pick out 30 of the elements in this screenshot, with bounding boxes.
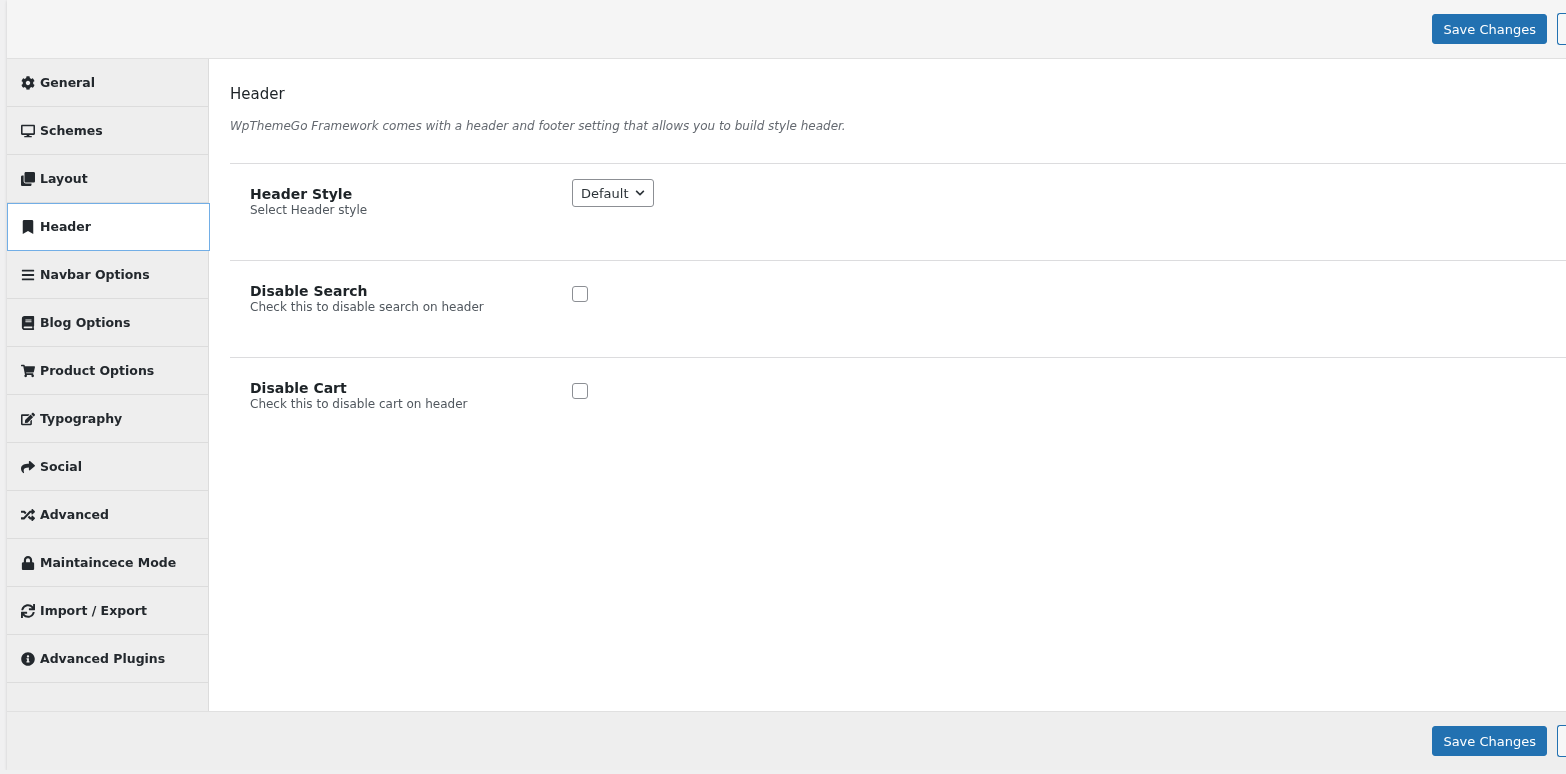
settings-icon bbox=[21, 75, 35, 90]
copy-icon bbox=[21, 171, 35, 186]
edit-icon bbox=[21, 411, 35, 426]
checkbox[interactable] bbox=[572, 383, 588, 399]
share-icon bbox=[21, 459, 35, 474]
section-description: WpThemeGo Framework comes with a header and footer setting that allows you to build style header. bbox=[230, 119, 847, 133]
book-icon bbox=[21, 315, 35, 330]
field-label: Disable Search bbox=[250, 283, 369, 299]
button-edge[interactable] bbox=[1557, 13, 1566, 45]
lock-icon bbox=[21, 555, 35, 570]
field-label: Header Style bbox=[250, 186, 354, 202]
chevron-icon bbox=[634, 188, 645, 198]
cart-icon bbox=[21, 363, 35, 378]
bookmark-icon bbox=[21, 219, 35, 234]
field-label: Disable Cart bbox=[250, 380, 348, 396]
field-hint: Check this to disable cart on header bbox=[250, 397, 469, 411]
select-field[interactable]: Default bbox=[572, 179, 654, 207]
section-title: Header bbox=[230, 85, 286, 103]
info-icon bbox=[21, 651, 35, 666]
field-hint: Select Header style bbox=[250, 203, 369, 217]
save-button[interactable]: Save Changes bbox=[1432, 726, 1547, 756]
sidebar-item[interactable]: Header bbox=[7, 203, 210, 251]
monitor-icon bbox=[21, 123, 35, 138]
shuffle-icon bbox=[21, 507, 35, 522]
checkbox[interactable] bbox=[572, 286, 588, 302]
save-button[interactable]: Save Changes bbox=[1432, 14, 1547, 44]
field-hint: Check this to disable search on header bbox=[250, 300, 485, 314]
refresh-icon bbox=[21, 603, 35, 618]
button-edge[interactable] bbox=[1557, 725, 1566, 757]
menu-icon bbox=[21, 267, 35, 282]
